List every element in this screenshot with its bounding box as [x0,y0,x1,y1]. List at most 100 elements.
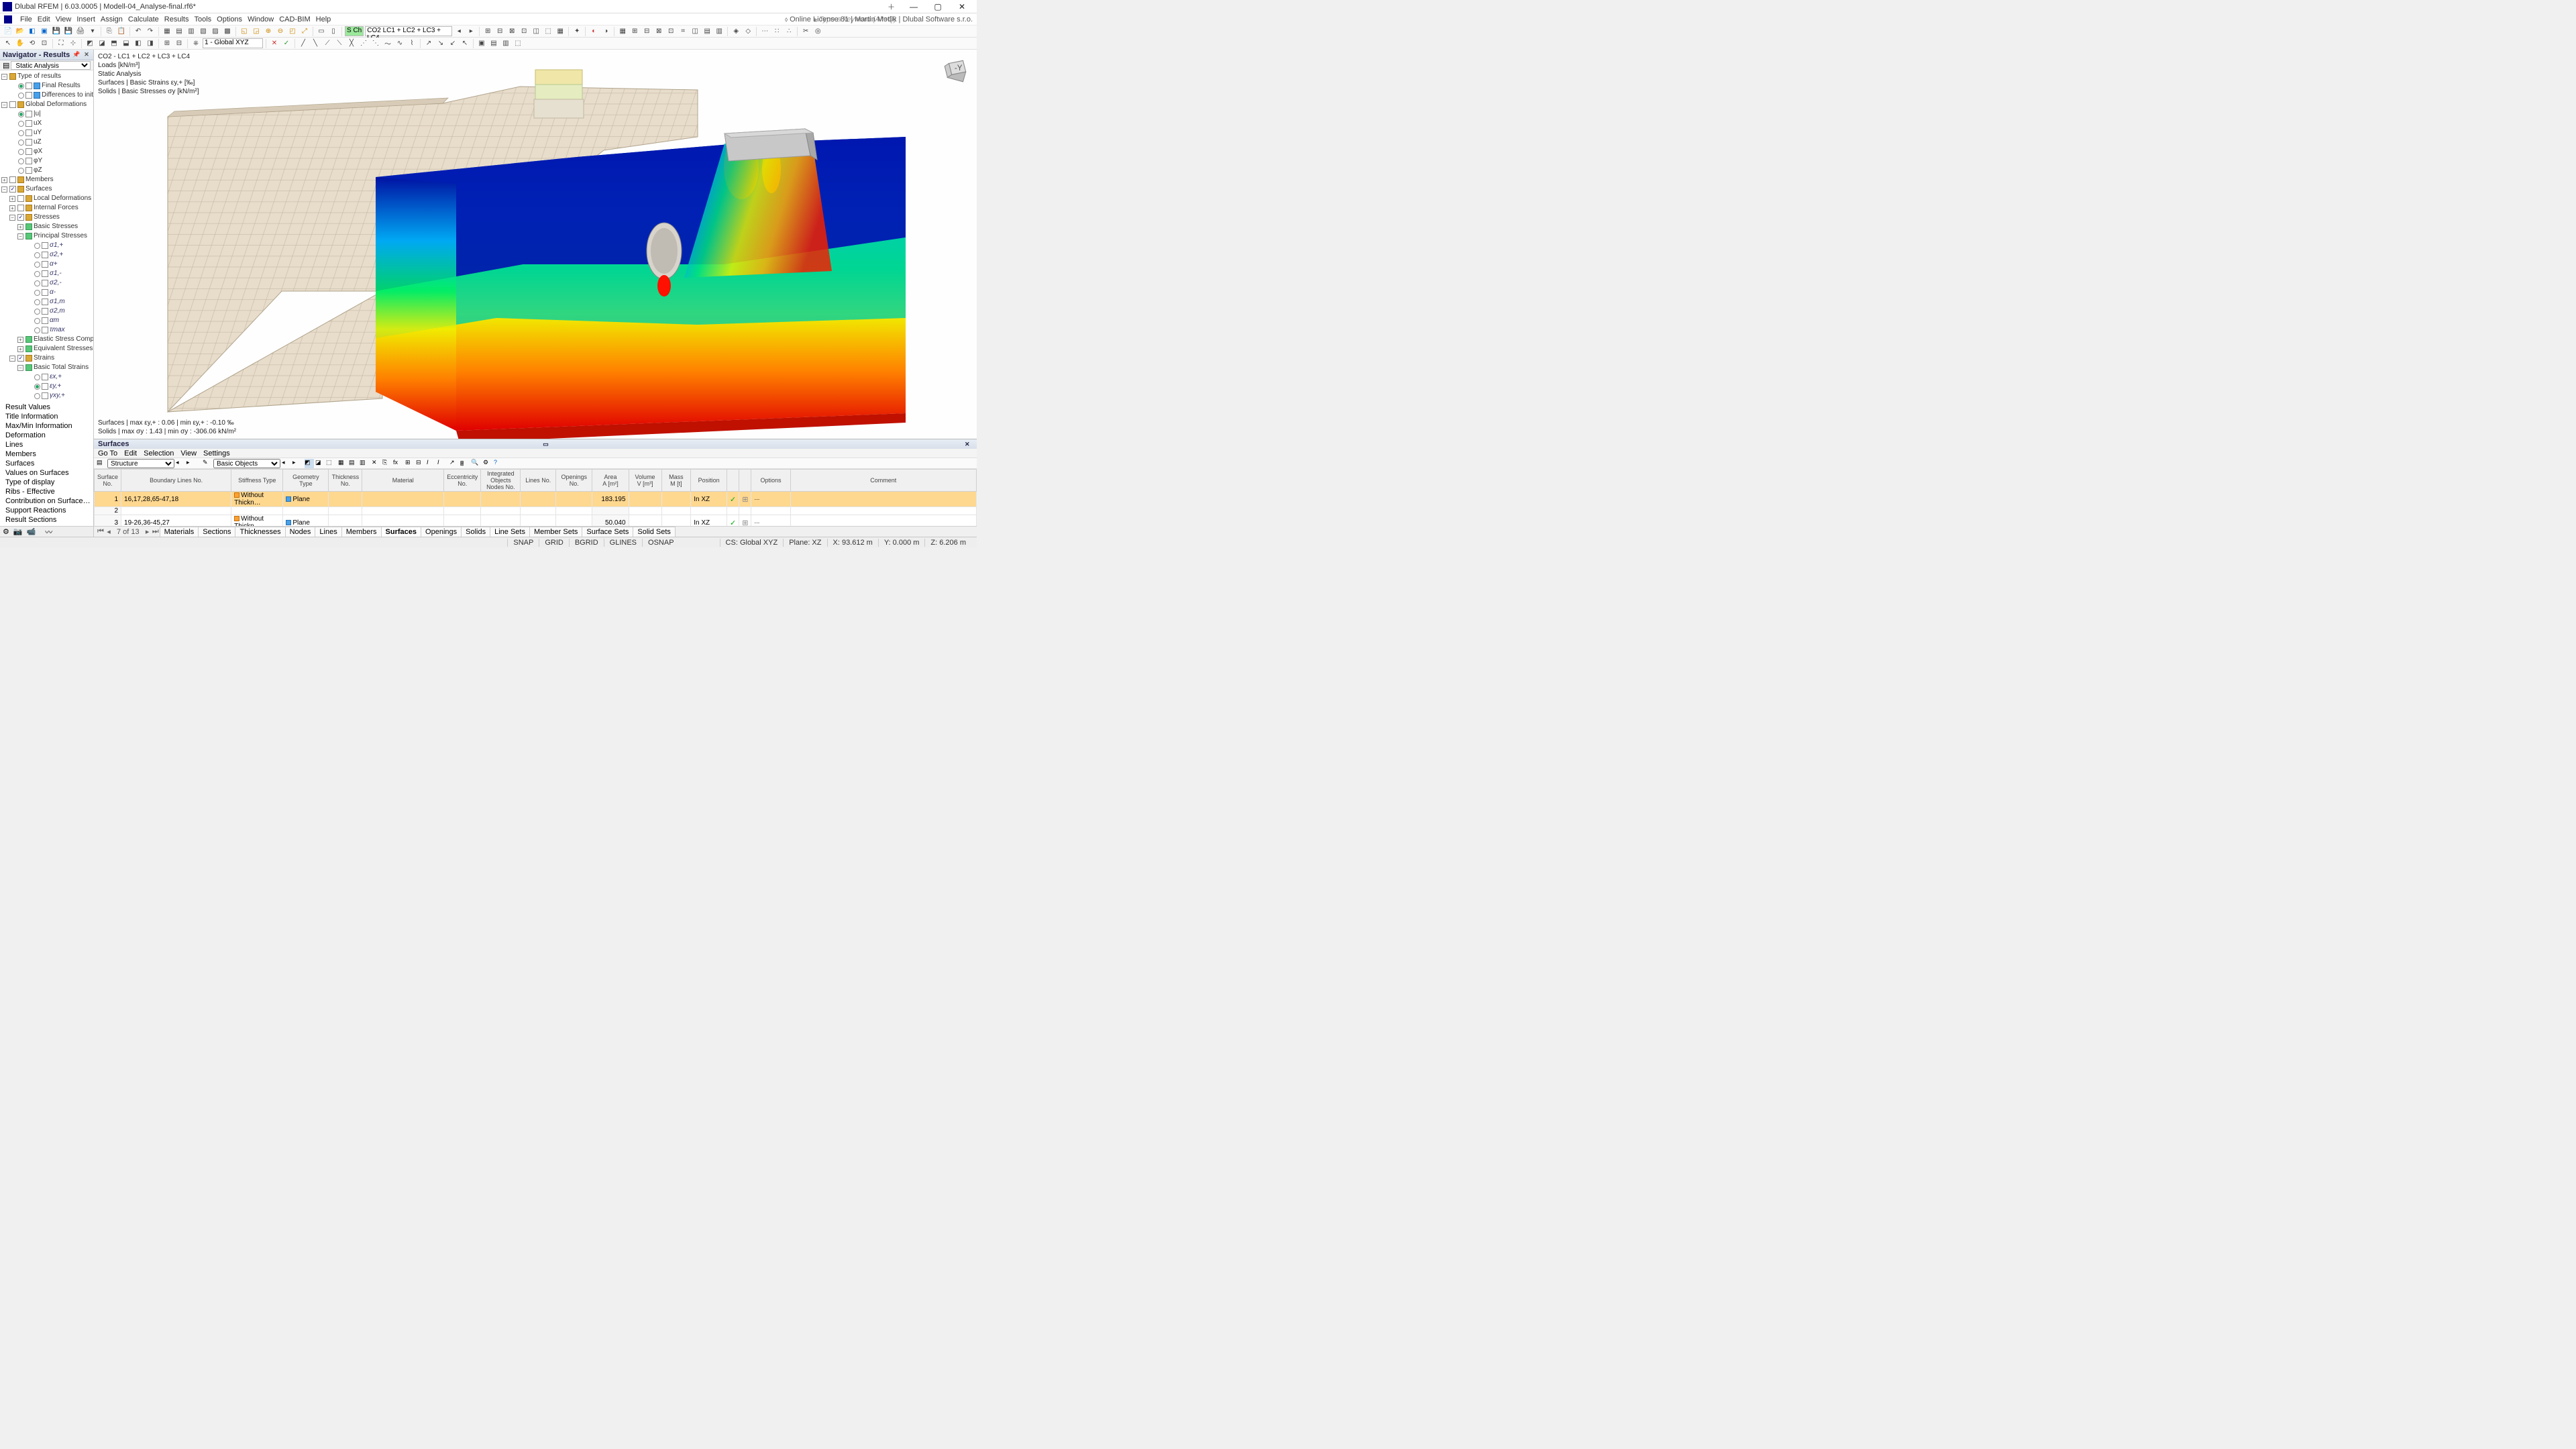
tab-first-icon[interactable]: ⏮ [97,527,105,536]
tree-node[interactable]: φX [9,147,92,156]
ln5-icon[interactable]: ╳ [346,38,357,49]
zoom2-icon[interactable]: ◲ [251,26,262,37]
ln2-icon[interactable]: ╲ [310,38,321,49]
nav-check[interactable]: Surfaces [1,459,92,468]
tree-node[interactable]: +Basic Stresses [17,222,92,231]
rotate-icon[interactable]: ⟲ [27,38,38,49]
rt-struct-icon[interactable]: ▤ [97,459,106,468]
ln10-icon[interactable]: ⌇ [407,38,417,49]
maximize-button[interactable]: ▢ [926,0,950,13]
status-snap[interactable]: SNAP [507,539,539,547]
results-sub-edit[interactable]: Edit [124,449,137,458]
status-bgrid[interactable]: BGRID [569,539,604,547]
zfit-icon[interactable]: ⛶ [56,38,66,49]
ln8-icon[interactable]: 〜 [382,38,393,49]
rt-mag-icon[interactable]: 🔍 [471,459,480,468]
tree-node[interactable]: γxy,+ [25,391,92,400]
nav-check[interactable]: Deformation [1,431,92,440]
zoom5-icon[interactable]: ◰ [287,26,298,37]
rt-ex2-icon[interactable]: ⊟ [416,459,425,468]
xsym-icon[interactable]: ✕ [269,38,280,49]
results-struct-combo[interactable]: Structure [107,459,174,468]
tool-b-icon[interactable]: ⊟ [494,26,505,37]
new-icon[interactable]: 📄 [3,26,13,37]
tree-node[interactable]: |u| [9,109,92,119]
rt-it2-icon[interactable]: I [437,459,447,468]
new-tab-button[interactable]: ＋ [888,1,895,12]
tree-node[interactable]: σ2,m [25,307,92,316]
dropdown-icon[interactable]: ▾ [87,26,98,37]
rt-cal-icon[interactable]: 🖩 [460,459,470,468]
print-icon[interactable]: 🖨 [75,26,86,37]
rt-c-icon[interactable]: ▥ [360,459,369,468]
rt-ex1-icon[interactable]: ⊞ [405,459,415,468]
ln4-icon[interactable]: ⟍ [334,38,345,49]
loadcase-combo[interactable]: CO2 LC1 + LC2 + LC3 + LC4 [365,26,452,36]
ln7-icon[interactable]: ⋱ [370,38,381,49]
grid5-icon[interactable]: ⊡ [665,26,676,37]
zoom6-icon[interactable]: ⤢ [299,26,310,37]
menu-assign[interactable]: Assign [98,14,125,25]
tab-thicknesses[interactable]: Thicknesses [235,527,285,537]
eye2-icon[interactable]: ◇ [743,26,753,37]
hand-icon[interactable]: ✋ [15,38,25,49]
rt-exp-icon[interactable]: ↗ [449,459,459,468]
menu-window[interactable]: Window [245,14,276,25]
tree-node[interactable]: σ1,- [25,269,92,278]
nav-anim-icon[interactable]: 〰 [45,527,52,537]
rt-copy-icon[interactable]: ⎘ [382,459,392,468]
iso5-icon[interactable]: ◧ [133,38,144,49]
status-grid[interactable]: GRID [539,539,569,547]
zoom4-icon[interactable]: ⊖ [275,26,286,37]
tree-node[interactable]: −Surfaces [1,184,92,194]
lc-prev-icon[interactable]: ◂ [453,26,464,37]
results-basic-combo[interactable]: Basic Objects [213,459,280,468]
misc2-icon[interactable]: ∷ [771,26,782,37]
saveall-icon[interactable]: 💾 [63,26,74,37]
menu-cad-bim[interactable]: CAD-BIM [276,14,313,25]
nav-check[interactable]: Ribs - Effective Contribution on Surface… [1,487,92,506]
tab-materials[interactable]: Materials [160,527,199,537]
tree-node[interactable]: α+ [25,260,92,269]
tree-node[interactable]: σ1,m [25,297,92,307]
end3-icon[interactable]: ▥ [500,38,511,49]
view6-icon[interactable]: ▩ [222,26,233,37]
view2-icon[interactable]: ▤ [174,26,184,37]
tab-lines[interactable]: Lines [315,527,341,537]
tree-node[interactable]: εx,+ [25,372,92,382]
menu-edit[interactable]: Edit [35,14,53,25]
tree-node[interactable]: uX [9,119,92,128]
zall-icon[interactable]: ⊹ [68,38,78,49]
tool-d-icon[interactable]: ⊡ [519,26,529,37]
tab-prev-icon[interactable]: ◂ [105,527,113,536]
tool-e-icon[interactable]: ◫ [531,26,541,37]
minimize-button[interactable]: — [902,0,926,13]
nav-check[interactable]: Type of display [1,478,92,487]
view3-icon[interactable]: ▥ [186,26,197,37]
tab-surfaces[interactable]: Surfaces [381,527,421,537]
arr3-icon[interactable]: ↙ [447,38,458,49]
tab-nodes[interactable]: Nodes [285,527,316,537]
nav-check[interactable]: Members [1,449,92,459]
tree-node[interactable]: −Global Deformations [1,100,92,109]
rt-next-icon[interactable]: ▸ [186,459,196,468]
lc-next-icon[interactable]: ▸ [466,26,476,37]
results-sub-go to[interactable]: Go To [98,449,117,458]
rt-set-icon[interactable]: ⚙ [483,459,492,468]
tree-node[interactable]: Final Results [9,81,92,91]
navigator-bottom-checks[interactable]: Result ValuesTitle InformationMax/Min In… [0,401,93,526]
navigator-tree[interactable]: −Type of resultsFinal ResultsDifferences… [0,70,93,401]
rt-it1-icon[interactable]: I [427,459,436,468]
misc1-icon[interactable]: ⋯ [759,26,770,37]
tab-member sets[interactable]: Member Sets [529,527,582,537]
rt-fx-icon[interactable]: fx [393,459,402,468]
tree-node[interactable]: φY [9,156,92,166]
tool-h-icon[interactable]: ✦ [572,26,582,37]
ln1-icon[interactable]: ╱ [298,38,309,49]
tree-node[interactable]: +Local Deformations [9,194,92,203]
tree-node[interactable]: +Elastic Stress Components [17,335,92,344]
tree-node[interactable]: +Equivalent Stresses [17,344,92,354]
misc4-icon[interactable]: ✂ [800,26,811,37]
nav-check[interactable]: Max/Min Information [1,421,92,431]
tree-node[interactable]: −Principal Stresses [17,231,92,241]
